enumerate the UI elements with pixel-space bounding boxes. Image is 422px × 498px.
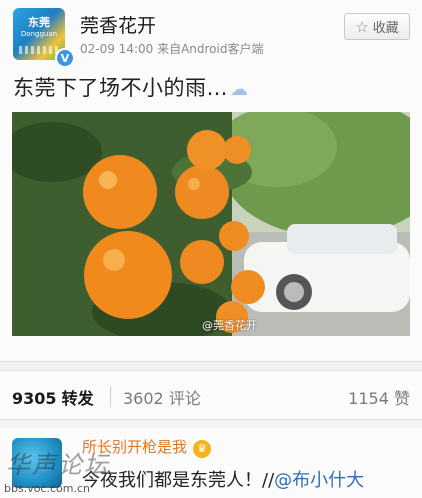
site-url: bbs.voc.com.cn	[4, 482, 90, 495]
likes-stat[interactable]: 1154 赞	[348, 385, 410, 409]
post-text: 东莞下了场不小的雨… ☁	[13, 72, 249, 102]
comment-text-body: 今夜我们都是东莞人！//	[82, 470, 275, 491]
post-text-body: 东莞下了场不小的雨…	[13, 76, 228, 100]
favorite-label: 收藏	[372, 21, 399, 36]
post-image[interactable]: @莞香花开	[12, 112, 410, 336]
avatar-text-bottom: Dongguan	[20, 30, 58, 38]
post-meta: 02-09 14:00 来自Android客户端	[80, 42, 264, 56]
post-image-graphic	[12, 112, 410, 336]
comments-label: 评论	[168, 389, 201, 408]
avatar-decoration	[19, 46, 59, 54]
likes-count: 1154	[348, 389, 389, 408]
comment-text: 今夜我们都是东莞人！//@布小什大	[82, 466, 364, 492]
comments-count: 3602	[123, 389, 164, 408]
author-avatar[interactable]: 东莞 Dongguan V	[13, 8, 75, 68]
likes-label: 赞	[393, 389, 410, 408]
reposts-stat[interactable]: 9305 转发	[12, 385, 94, 409]
reposts-label: 转发	[61, 389, 94, 408]
star-icon: ☆	[355, 17, 369, 36]
avatar-text-top: 东莞	[28, 16, 50, 29]
comment-mention-link[interactable]: @布小什大	[274, 470, 364, 491]
comments-stat[interactable]: 3602 评论	[123, 385, 201, 409]
favorite-button[interactable]: ☆ 收藏	[344, 13, 410, 40]
post-stats-bar: 9305 转发 3602 评论 1154 赞	[0, 370, 422, 420]
stats-divider	[110, 386, 111, 407]
reposts-count: 9305	[12, 389, 57, 408]
image-watermark: @莞香花开	[202, 319, 257, 332]
verified-badge: V	[55, 48, 75, 68]
site-watermark: 华声论坛	[6, 451, 110, 479]
cloud-icon: ☁	[230, 79, 249, 100]
post-author-name[interactable]: 莞香花开	[80, 11, 156, 38]
crown-icon: ♛	[193, 440, 212, 458]
weibo-post: 东莞 Dongguan V 莞香花开 02-09 14:00 来自Android…	[0, 0, 422, 362]
